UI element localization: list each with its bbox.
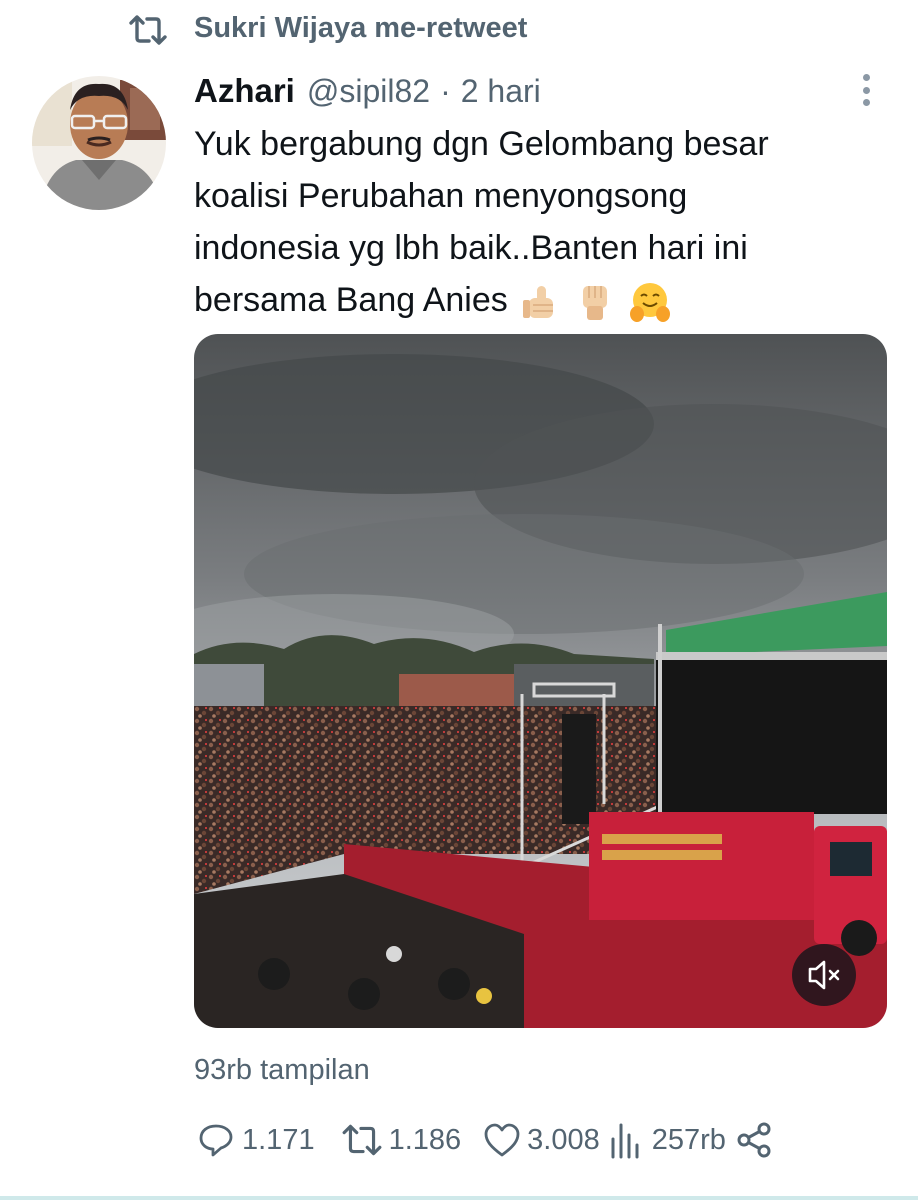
tweet-video[interactable]: [194, 334, 887, 1028]
like-count: 3.008: [527, 1123, 600, 1156]
share-button[interactable]: [736, 1121, 774, 1159]
like-icon: [484, 1123, 520, 1157]
retweet-icon: [342, 1124, 382, 1156]
reply-button[interactable]: 1.171: [198, 1122, 315, 1158]
retweet-button[interactable]: 1.186: [341, 1122, 462, 1158]
divider: [0, 1196, 918, 1200]
reply-count: 1.171: [242, 1123, 315, 1156]
retweet-count: 1.186: [388, 1123, 462, 1156]
timestamp[interactable]: 2 hari: [461, 73, 541, 110]
author-handle[interactable]: @sipil82: [307, 73, 430, 110]
more-button[interactable]: [852, 72, 880, 108]
raised-fist-icon: [582, 286, 607, 321]
retweeted-by-label[interactable]: Sukri Wijaya me-retweet: [194, 10, 527, 46]
share-icon: [737, 1122, 771, 1158]
mute-icon: [808, 960, 840, 990]
tweet-text-line: Yuk bergabung dgn Gelombang besar: [194, 125, 769, 163]
tweet-text-line: bersama Bang Anies: [194, 274, 874, 326]
retweet-icon: [129, 15, 167, 45]
tweet-text: Yuk bergabung dgn Gelombang besar koalis…: [194, 118, 874, 326]
more-icon: [862, 74, 870, 81]
separator-dot: ·: [440, 72, 451, 109]
avatar[interactable]: [32, 76, 166, 210]
tweet-header: Azhari @sipil82 · 2 hari: [194, 70, 541, 112]
hugging-face-icon: [630, 283, 671, 323]
tweet-text-line: indonesia yg lbh baik..Banten hari ini: [194, 229, 748, 267]
views-button[interactable]: 257rb: [608, 1121, 726, 1159]
action-bar: 1.171 1.186 3.008 257rb: [198, 1118, 774, 1162]
tweet-text-line: koalisi Perubahan menyongsong: [194, 177, 688, 215]
views-count[interactable]: 93rb tampilan: [194, 1052, 370, 1088]
mute-button[interactable]: [792, 944, 856, 1006]
thumbs-up-icon: [523, 286, 554, 319]
reply-icon: [199, 1124, 233, 1157]
like-button[interactable]: 3.008: [483, 1122, 600, 1158]
views-chart-icon: [611, 1123, 639, 1159]
author-name[interactable]: Azhari: [194, 72, 295, 110]
views-action-count: 257rb: [651, 1123, 726, 1156]
